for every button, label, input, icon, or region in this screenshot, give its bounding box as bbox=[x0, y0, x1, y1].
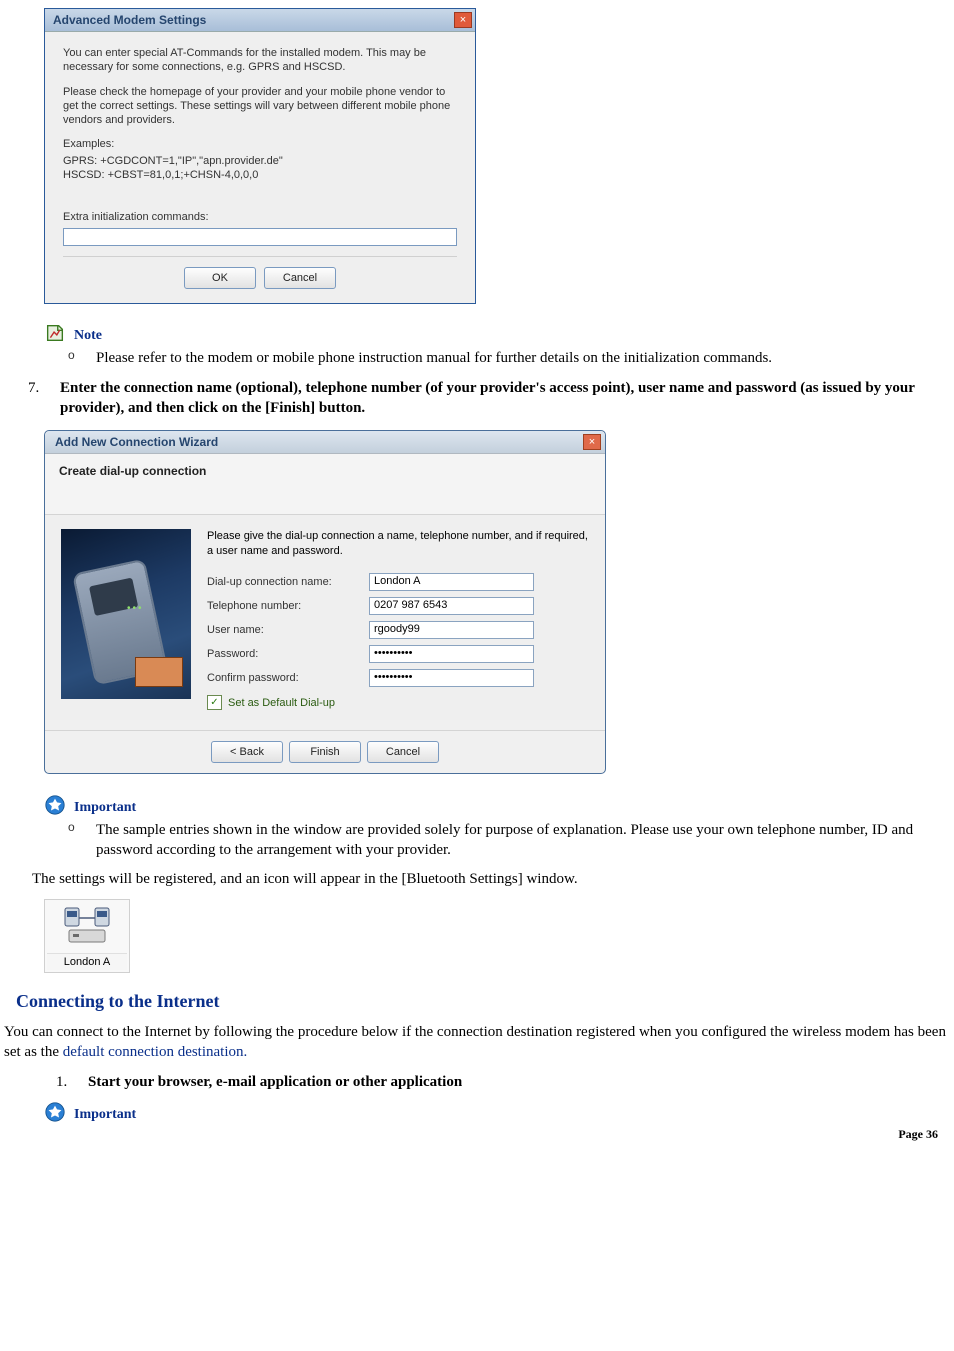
dialog-paragraph: You can enter special AT-Commands for th… bbox=[63, 46, 457, 75]
step-7: 7. Enter the connection name (optional),… bbox=[28, 378, 950, 419]
user-name-input[interactable]: rgoody99 bbox=[369, 621, 534, 639]
default-connection-destination-link[interactable]: default connection destination. bbox=[63, 1044, 248, 1060]
important-callout: Important bbox=[44, 1101, 950, 1123]
bullet-marker: o bbox=[68, 820, 78, 861]
connect-paragraph: You can connect to the Internet by follo… bbox=[4, 1022, 946, 1063]
step-1: 1. Start your browser, e-mail applicatio… bbox=[56, 1072, 950, 1092]
telephone-number-input[interactable]: 0207 987 6543 bbox=[369, 597, 534, 615]
connection-name-label: Dial-up connection name: bbox=[207, 576, 357, 588]
note-bullet: o Please refer to the modem or mobile ph… bbox=[68, 348, 950, 368]
step-number: 7. bbox=[28, 378, 46, 419]
connection-icon-tile[interactable]: London A bbox=[44, 899, 130, 973]
step-number: 1. bbox=[56, 1072, 74, 1092]
step-text: Enter the connection name (optional), te… bbox=[60, 378, 950, 419]
note-icon bbox=[44, 322, 66, 344]
cancel-button[interactable]: Cancel bbox=[367, 741, 439, 763]
dialog-paragraph: Please check the homepage of your provid… bbox=[63, 85, 457, 128]
examples-heading: Examples: bbox=[63, 137, 457, 151]
example-line: GPRS: +CGDCONT=1,"IP","apn.provider.de" bbox=[63, 154, 457, 168]
note-label: Note bbox=[74, 328, 102, 344]
confirm-password-input[interactable]: •••••••••• bbox=[369, 669, 534, 687]
extra-commands-label: Extra initialization commands: bbox=[63, 210, 457, 224]
important-icon bbox=[44, 1101, 66, 1123]
checkbox-label: Set as Default Dial-up bbox=[228, 697, 335, 709]
registered-paragraph: The settings will be registered, and an … bbox=[32, 869, 946, 889]
default-dialup-checkbox[interactable]: ✓ Set as Default Dial-up bbox=[207, 695, 589, 710]
wizard-title: Add New Connection Wizard bbox=[55, 435, 218, 449]
important-text: The sample entries shown in the window a… bbox=[96, 820, 950, 861]
note-callout: Note bbox=[44, 322, 950, 344]
bullet-marker: o bbox=[68, 348, 78, 368]
close-icon[interactable]: × bbox=[454, 12, 472, 28]
connection-name-input[interactable]: London A bbox=[369, 573, 534, 591]
modem-device-icon bbox=[61, 904, 113, 946]
advanced-modem-settings-dialog: Advanced Modem Settings × You can enter … bbox=[44, 8, 476, 304]
note-text: Please refer to the modem or mobile phon… bbox=[96, 348, 950, 368]
important-icon bbox=[44, 794, 66, 816]
telephone-number-label: Telephone number: bbox=[207, 600, 357, 612]
cancel-button[interactable]: Cancel bbox=[264, 267, 336, 289]
wizard-subheading: Create dial-up connection bbox=[45, 454, 605, 515]
dialog-title: Advanced Modem Settings bbox=[53, 13, 206, 27]
ok-button[interactable]: OK bbox=[184, 267, 256, 289]
password-label: Password: bbox=[207, 648, 357, 660]
section-heading: Connecting to the Internet bbox=[16, 991, 950, 1012]
extra-commands-input[interactable] bbox=[63, 228, 457, 246]
user-name-label: User name: bbox=[207, 624, 357, 636]
important-callout: Important bbox=[44, 794, 950, 816]
finish-button[interactable]: Finish bbox=[289, 741, 361, 763]
example-line: HSCSD: +CBST=81,0,1;+CHSN-4,0,0,0 bbox=[63, 168, 457, 182]
add-new-connection-wizard-dialog: Add New Connection Wizard × Create dial-… bbox=[44, 430, 606, 774]
close-icon[interactable]: × bbox=[583, 434, 601, 450]
dialog-titlebar: Advanced Modem Settings × bbox=[45, 9, 475, 32]
confirm-password-label: Confirm password: bbox=[207, 672, 357, 684]
step-text: Start your browser, e-mail application o… bbox=[88, 1072, 950, 1092]
important-bullet: o The sample entries shown in the window… bbox=[68, 820, 950, 861]
important-label: Important bbox=[74, 1107, 136, 1123]
wizard-intro: Please give the dial-up connection a nam… bbox=[207, 529, 589, 559]
password-input[interactable]: •••••••••• bbox=[369, 645, 534, 663]
checkbox-icon: ✓ bbox=[207, 695, 222, 710]
back-button[interactable]: < Back bbox=[211, 741, 283, 763]
icon-tile-label: London A bbox=[47, 953, 127, 970]
important-label: Important bbox=[74, 800, 136, 816]
wizard-illustration: ••• bbox=[61, 529, 191, 699]
page-number: Page 36 bbox=[898, 1127, 938, 1142]
